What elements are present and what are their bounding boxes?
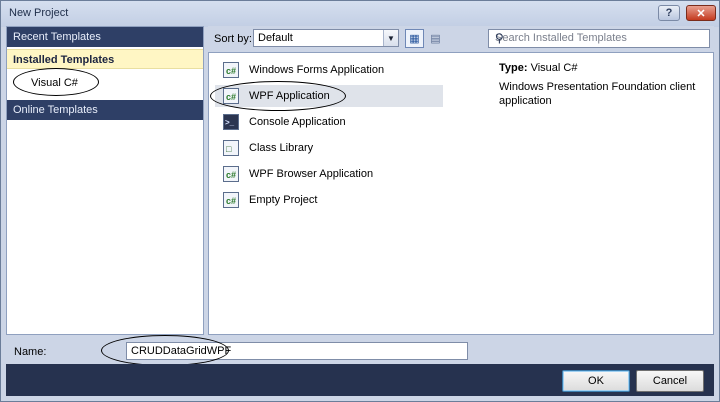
template-label: WPF Application xyxy=(249,90,330,102)
template-label: WPF Browser Application xyxy=(249,168,374,180)
template-item[interactable]: Class Library xyxy=(215,137,443,160)
small-icons-view-button[interactable]: ▤ xyxy=(426,29,445,48)
template-item[interactable]: Empty Project xyxy=(215,189,443,212)
empty-project-icon xyxy=(223,190,239,212)
sort-by-label: Sort by: xyxy=(214,33,252,45)
template-item[interactable]: Console Application xyxy=(215,111,443,134)
template-item-selected[interactable]: WPF Application xyxy=(215,85,443,108)
template-list: Windows Forms Application WPF Applicatio… xyxy=(208,52,490,335)
help-button[interactable]: ? xyxy=(658,5,680,21)
template-type: Type: Visual C# xyxy=(499,62,577,74)
template-label: Console Application xyxy=(249,116,346,128)
category-visual-csharp[interactable]: Visual C# xyxy=(31,77,78,89)
template-label: Windows Forms Application xyxy=(249,64,385,76)
project-name-input[interactable] xyxy=(126,342,468,360)
search-icon: ⚲ xyxy=(495,31,504,45)
category-online-templates[interactable]: Online Templates xyxy=(7,100,203,120)
template-label: Class Library xyxy=(249,142,314,154)
class-library-icon xyxy=(223,138,239,160)
console-icon xyxy=(223,112,239,134)
dialog-title: New Project xyxy=(9,7,69,19)
template-item[interactable]: Windows Forms Application xyxy=(215,59,443,82)
type-label: Type: xyxy=(499,62,528,74)
search-templates-input[interactable]: Search Installed Templates ⚲ xyxy=(488,29,710,48)
name-label: Name: xyxy=(14,346,47,358)
cancel-button[interactable]: Cancel xyxy=(636,370,704,392)
close-button[interactable]: ✕ xyxy=(686,5,716,21)
type-value: Visual C# xyxy=(530,62,578,74)
chevron-down-icon: ▼ xyxy=(383,30,398,46)
wpf-browser-icon xyxy=(223,164,239,186)
category-recent-templates[interactable]: Recent Templates xyxy=(7,27,203,47)
wpf-icon xyxy=(223,86,239,108)
title-bar: New Project ? ✕ xyxy=(1,1,719,27)
winforms-icon xyxy=(223,60,239,82)
template-item[interactable]: WPF Browser Application xyxy=(215,163,443,186)
template-description: Windows Presentation Foundation client a… xyxy=(499,81,696,107)
medium-icons-view-button[interactable]: ▦ xyxy=(405,29,424,48)
ok-button[interactable]: OK xyxy=(562,370,630,392)
template-categories-pane: Recent Templates Installed Templates Vis… xyxy=(6,26,204,335)
category-installed-templates[interactable]: Installed Templates xyxy=(7,49,203,69)
template-label: Empty Project xyxy=(249,194,318,206)
sort-by-value: Default xyxy=(258,32,293,44)
sort-by-dropdown[interactable]: Default ▼ xyxy=(253,29,399,47)
